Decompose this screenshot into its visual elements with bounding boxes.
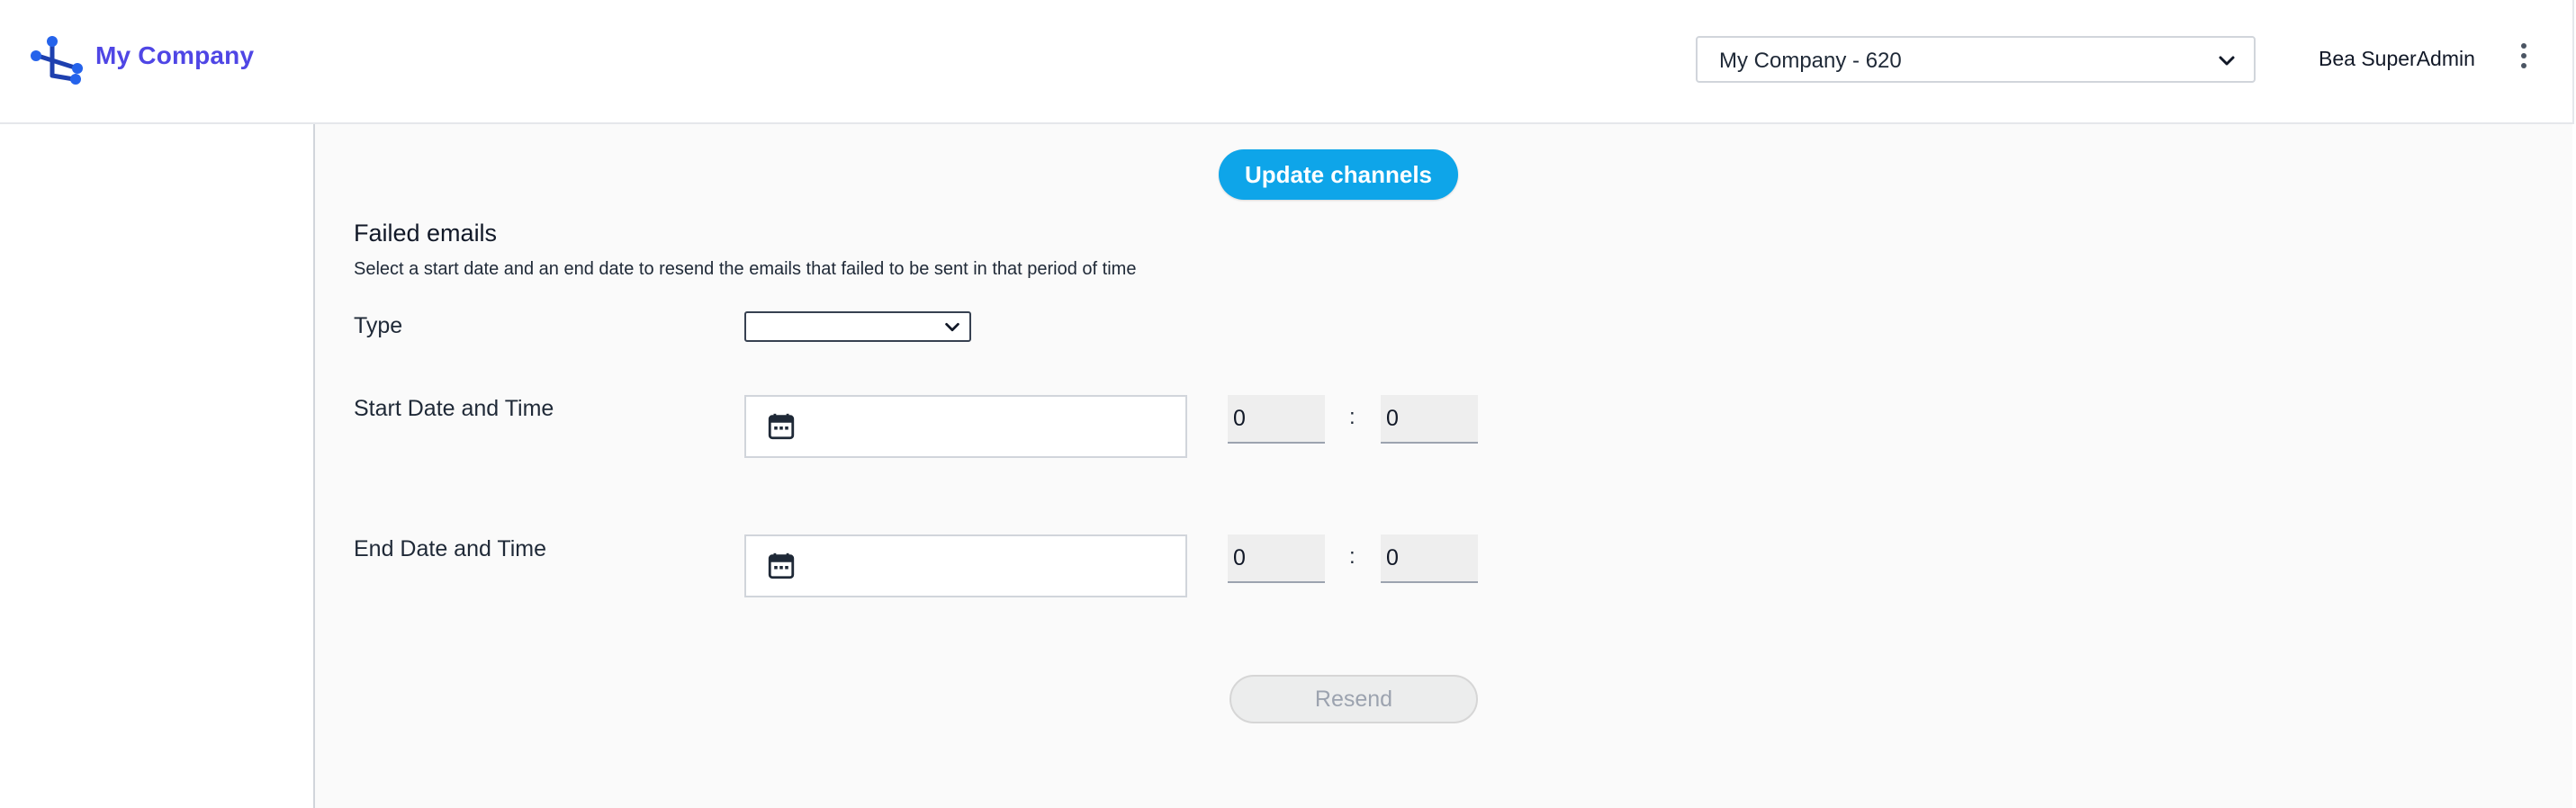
- start-minute-input[interactable]: 0: [1381, 395, 1478, 444]
- end-hour-value: 0: [1233, 545, 1246, 570]
- end-minute-input[interactable]: 0: [1381, 534, 1478, 583]
- end-hour-input[interactable]: 0: [1228, 534, 1325, 583]
- chevron-down-icon: [2219, 56, 2235, 66]
- end-minute-value: 0: [1386, 545, 1399, 570]
- type-select[interactable]: [744, 311, 971, 342]
- end-date-input[interactable]: [744, 534, 1187, 597]
- start-hour-input[interactable]: 0: [1228, 395, 1325, 444]
- chevron-down-icon: [945, 322, 959, 332]
- resend-button[interactable]: Resend: [1229, 675, 1478, 723]
- start-date-label: Start Date and Time: [354, 396, 554, 421]
- company-select-value: My Company - 620: [1719, 49, 1902, 73]
- update-channels-button[interactable]: Update channels: [1219, 149, 1458, 200]
- type-label: Type: [354, 313, 403, 338]
- end-date-label: End Date and Time: [354, 536, 547, 561]
- user-name[interactable]: Bea SuperAdmin: [2319, 47, 2475, 71]
- more-vertical-icon[interactable]: [2517, 43, 2531, 74]
- network-share-icon[interactable]: [31, 34, 83, 86]
- section-description: Select a start date and an end date to r…: [354, 259, 1137, 279]
- sidebar: [0, 124, 315, 808]
- top-header: My Company My Company - 620 Bea SuperAdm…: [0, 0, 2574, 124]
- time-separator: :: [1349, 544, 1356, 569]
- calendar-icon[interactable]: [766, 411, 797, 442]
- company-select[interactable]: My Company - 620: [1696, 36, 2256, 83]
- brand-name[interactable]: My Company: [95, 41, 254, 70]
- time-separator: :: [1349, 405, 1356, 429]
- start-date-input[interactable]: [744, 395, 1187, 458]
- calendar-icon[interactable]: [766, 551, 797, 581]
- start-minute-value: 0: [1386, 406, 1399, 431]
- start-hour-value: 0: [1233, 406, 1246, 431]
- section-title: Failed emails: [354, 220, 498, 247]
